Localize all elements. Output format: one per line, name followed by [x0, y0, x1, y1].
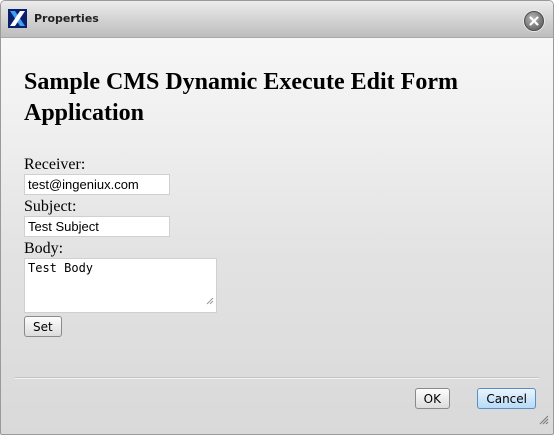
cancel-button[interactable]: Cancel [477, 388, 536, 409]
resize-grip-icon[interactable] [206, 292, 214, 310]
page-title: Sample CMS Dynamic Execute Edit Form App… [24, 69, 458, 126]
close-icon[interactable] [524, 11, 544, 31]
ingeniux-logo-icon [8, 9, 27, 28]
set-button[interactable]: Set [24, 316, 62, 337]
properties-dialog: Properties Sample CMS Dynamic Execute Ed… [0, 0, 554, 435]
body-textarea[interactable]: Test Body [24, 258, 217, 313]
dialog-resize-grip-icon[interactable] [539, 412, 549, 430]
ok-button[interactable]: OK [414, 388, 450, 409]
receiver-label: Receiver: [24, 156, 86, 173]
dialog-titlebar[interactable]: Properties [1, 1, 553, 38]
receiver-input[interactable] [24, 174, 170, 195]
form-content: Sample CMS Dynamic Execute Edit Form App… [24, 67, 533, 337]
subject-input[interactable] [24, 216, 170, 237]
dialog-title: Properties [34, 12, 99, 25]
footer-divider [15, 377, 539, 379]
body-label: Body: [24, 240, 64, 257]
body-textarea-wrapper: Test Body [24, 258, 217, 313]
subject-label: Subject: [24, 198, 77, 215]
